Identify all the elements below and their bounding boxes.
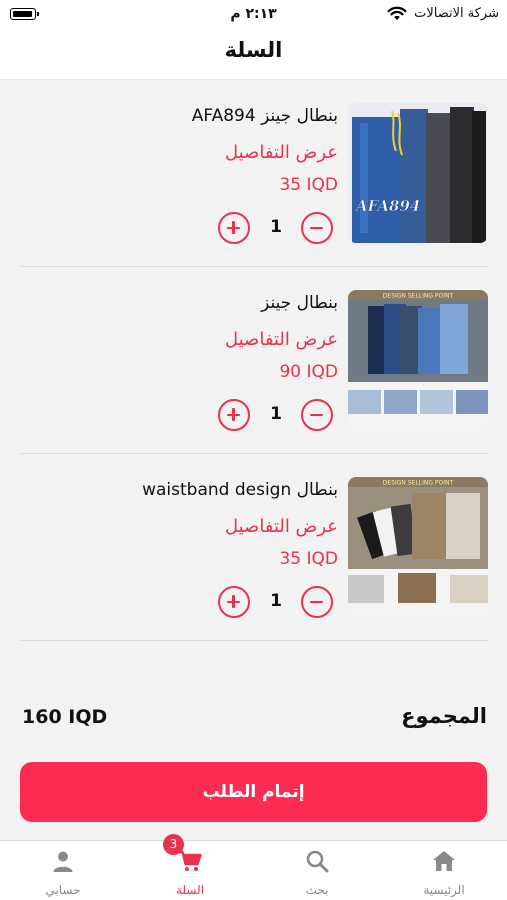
quantity-stepper: 1 — [215, 212, 335, 244]
cart-item: AFA894 بنطال جينز AFA894 عرض التفاصيل 35… — [20, 80, 488, 267]
decrease-quantity-button[interactable] — [301, 212, 333, 244]
product-name: بنطال جينز AFA894 — [191, 106, 338, 126]
increase-quantity-button[interactable] — [218, 212, 250, 244]
view-details-link[interactable]: عرض التفاصيل — [225, 329, 338, 350]
person-icon — [53, 851, 73, 872]
wifi-icon — [387, 6, 407, 20]
cart-item: DESIGN SELLING POINT بنطال waistband des… — [20, 454, 488, 641]
quantity-value: 1 — [270, 404, 282, 424]
tab-label: حسابي — [45, 883, 81, 897]
quantity-value: 1 — [270, 217, 282, 237]
tab-cart[interactable]: 3 السلة — [127, 834, 253, 900]
view-details-link[interactable]: عرض التفاصيل — [225, 516, 338, 537]
product-image[interactable]: DESIGN SELLING POINT — [348, 477, 488, 617]
increase-quantity-button[interactable] — [218, 399, 250, 431]
quantity-stepper: 1 — [215, 586, 335, 618]
status-bar: ٢:١٣ م شركة الاتصالات — [0, 0, 507, 28]
product-image[interactable]: DESIGN SELLING POINT — [348, 290, 488, 430]
total-label: المجموع — [401, 704, 487, 728]
tab-home[interactable]: الرئيسية — [381, 841, 507, 900]
cart-count-badge: 3 — [163, 834, 184, 855]
product-price: 35 IQD — [279, 549, 338, 569]
minus-icon — [310, 600, 323, 603]
view-details-link[interactable]: عرض التفاصيل — [225, 142, 338, 163]
cart-list: AFA894 بنطال جينز AFA894 عرض التفاصيل 35… — [20, 80, 488, 641]
tab-account[interactable]: حسابي — [0, 841, 126, 900]
image-watermark: AFA894 — [354, 197, 420, 215]
search-icon — [306, 850, 329, 873]
tab-search[interactable]: بحث — [254, 841, 380, 900]
checkout-button[interactable]: إتمام الطلب — [20, 762, 487, 822]
decrease-quantity-button[interactable] — [301, 586, 333, 618]
page-title: السلة — [224, 38, 283, 62]
image-banner: DESIGN SELLING POINT — [383, 480, 454, 487]
minus-icon — [310, 226, 323, 229]
product-price: 35 IQD — [279, 175, 338, 195]
header: السلة — [0, 28, 507, 80]
cart-item: DESIGN SELLING POINT بنطال جينز عرض التف… — [20, 267, 488, 454]
tab-label: السلة — [175, 883, 205, 897]
tab-label: بحث — [305, 883, 329, 897]
product-name: بنطال waistband design — [142, 480, 338, 500]
carrier-name: شركة الاتصالات — [414, 6, 499, 21]
total-value: 160 IQD — [22, 706, 108, 728]
minus-icon — [310, 413, 323, 416]
home-icon — [433, 851, 455, 871]
quantity-value: 1 — [270, 591, 282, 611]
decrease-quantity-button[interactable] — [301, 399, 333, 431]
image-banner: DESIGN SELLING POINT — [383, 293, 454, 300]
cart-total: المجموع 160 IQD — [22, 704, 487, 736]
cart-icon — [179, 850, 202, 871]
increase-quantity-button[interactable] — [218, 586, 250, 618]
tab-label: الرئيسية — [423, 883, 465, 897]
product-name: بنطال جينز — [261, 293, 338, 313]
quantity-stepper: 1 — [215, 399, 335, 431]
product-price: 90 IQD — [279, 362, 338, 382]
product-image[interactable]: AFA894 — [348, 103, 488, 243]
tab-bar: حسابي 3 السلة بحث الرئيسية — [0, 834, 507, 900]
